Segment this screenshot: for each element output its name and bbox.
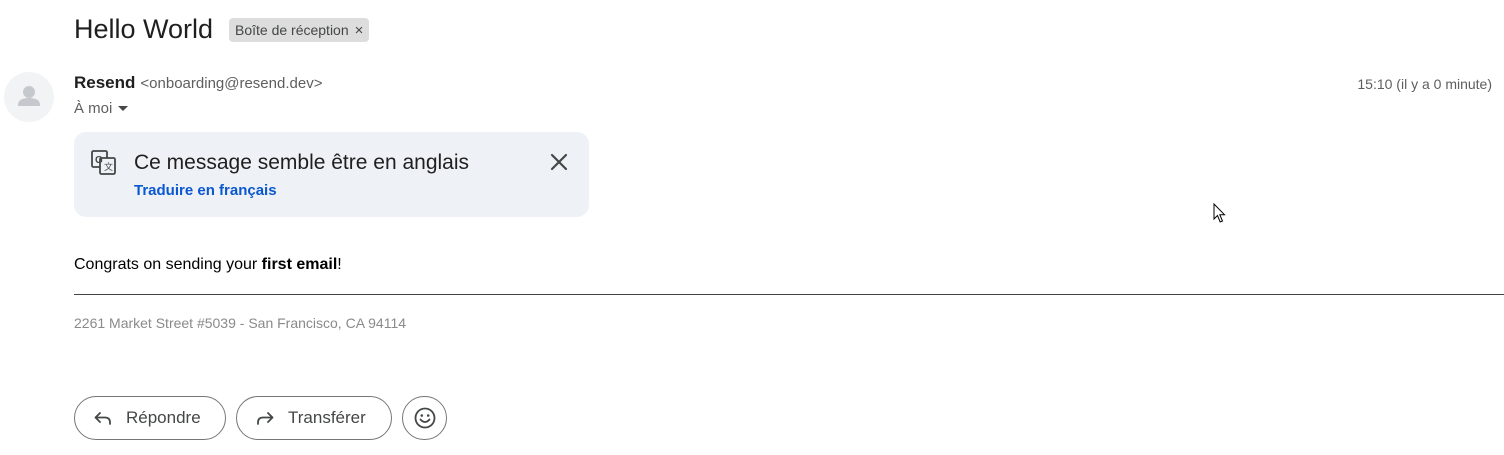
close-icon[interactable] [546, 149, 572, 175]
forward-button-label: Transférer [288, 408, 366, 427]
sender-avatar[interactable] [4, 72, 54, 122]
emoji-reaction-button[interactable] [402, 396, 447, 440]
body-divider [74, 294, 1504, 295]
footer-address: 2261 Market Street #5039 - San Francisco… [74, 315, 407, 331]
email-subject: Hello World [74, 14, 214, 44]
sender-email: <onboarding@resend.dev> [140, 75, 323, 92]
emoji-icon [414, 407, 435, 429]
forward-button[interactable]: Transférer [236, 396, 392, 440]
forward-icon [257, 412, 274, 425]
body-text-start: Congrats on sending your [74, 256, 262, 273]
body-text-bold: first email [261, 256, 338, 273]
svg-text:文: 文 [104, 161, 113, 172]
mouse-cursor-icon [1213, 203, 1226, 223]
reply-button[interactable]: Répondre [74, 396, 226, 440]
sender-line: Resend <onboarding@resend.dev> [74, 73, 322, 93]
translate-icon: G 文 [91, 150, 116, 175]
remove-label-icon[interactable]: × [355, 22, 364, 39]
dropdown-caret-icon [118, 106, 129, 111]
message-timestamp: 15:10 (il y a 0 minute) [1357, 76, 1492, 92]
recipient-label: À moi [74, 100, 113, 117]
default-person-icon [18, 86, 40, 106]
reply-button-label: Répondre [126, 408, 201, 427]
svg-text:G: G [95, 155, 103, 166]
email-body-text: Congrats on sending your first email! [74, 256, 342, 274]
label-chip-inbox: Boîte de réception × [229, 18, 370, 42]
sender-name[interactable]: Resend [74, 73, 135, 93]
recipient-details-toggle[interactable]: À moi [74, 100, 129, 117]
translate-banner-title: Ce message semble être en anglais [134, 151, 470, 174]
reply-icon [94, 412, 111, 425]
translate-link[interactable]: Traduire en français [134, 182, 277, 199]
body-text-end: ! [337, 256, 342, 273]
label-chip-text: Boîte de réception [235, 22, 349, 38]
translate-banner: G 文 Ce message semble être en anglais Tr… [74, 132, 589, 217]
